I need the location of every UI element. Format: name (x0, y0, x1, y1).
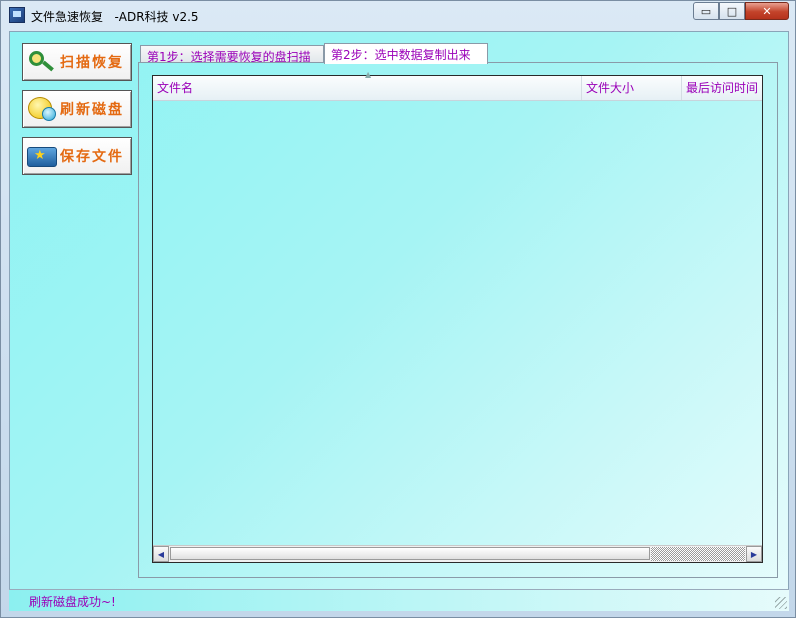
scroll-left-button[interactable]: ◀ (153, 546, 169, 562)
maximize-button[interactable]: □ (719, 2, 745, 20)
save-file-button[interactable]: 保存文件 (22, 137, 132, 175)
refresh-disk-icon (26, 95, 58, 123)
sort-arrow-icon: ▲ (365, 70, 372, 79)
tab-step-2[interactable]: 第2步：选中数据复制出来 (324, 43, 488, 64)
file-list-header: 文件名 文件大小 最后访问时间 ▲ (153, 70, 762, 101)
scan-recover-label: 扫描恢复 (60, 55, 124, 71)
file-list[interactable]: 文件名 文件大小 最后访问时间 ▲ ◀ ▶ (152, 70, 763, 563)
title-bar[interactable]: 文件急速恢复 -ADR科技 v2.5 ▭ □ ✕ (1, 1, 795, 31)
app-icon (9, 7, 25, 23)
status-bar: 刷新磁盘成功~! (9, 589, 789, 611)
window-title: 文件急速恢复 -ADR科技 v2.5 (31, 10, 199, 24)
status-text: 刷新磁盘成功~! (29, 595, 116, 609)
resize-grip-icon[interactable] (775, 597, 787, 609)
refresh-disk-label: 刷新磁盘 (60, 102, 124, 118)
client-area: 扫描恢复 刷新磁盘 保存文件 第1步：选择需要恢复的盘扫描 第2步：选中数据复制… (9, 31, 789, 611)
scroll-right-button[interactable]: ▶ (746, 546, 762, 562)
save-folder-icon (26, 142, 58, 170)
scan-recover-button[interactable]: 扫描恢复 (22, 43, 132, 81)
window-controls: ▭ □ ✕ (693, 2, 789, 20)
tab-step-1[interactable]: 第1步：选择需要恢复的盘扫描 (140, 45, 324, 64)
column-header-filename[interactable]: 文件名 (153, 76, 582, 100)
scroll-track[interactable] (651, 547, 745, 561)
horizontal-scrollbar[interactable]: ◀ ▶ (153, 545, 762, 562)
scroll-thumb[interactable] (170, 547, 650, 560)
close-button[interactable]: ✕ (745, 2, 789, 20)
tab-panel: 文件名 文件大小 最后访问时间 ▲ ◀ ▶ (138, 62, 778, 578)
save-file-label: 保存文件 (60, 149, 124, 165)
refresh-disk-button[interactable]: 刷新磁盘 (22, 90, 132, 128)
app-window: 文件急速恢复 -ADR科技 v2.5 ▭ □ ✕ 扫描恢复 刷新磁盘 保存文件 … (0, 0, 796, 618)
column-header-filesize[interactable]: 文件大小 (582, 76, 682, 100)
magnifier-icon (26, 48, 58, 76)
column-header-last-access[interactable]: 最后访问时间 (682, 76, 762, 100)
minimize-button[interactable]: ▭ (693, 2, 719, 20)
